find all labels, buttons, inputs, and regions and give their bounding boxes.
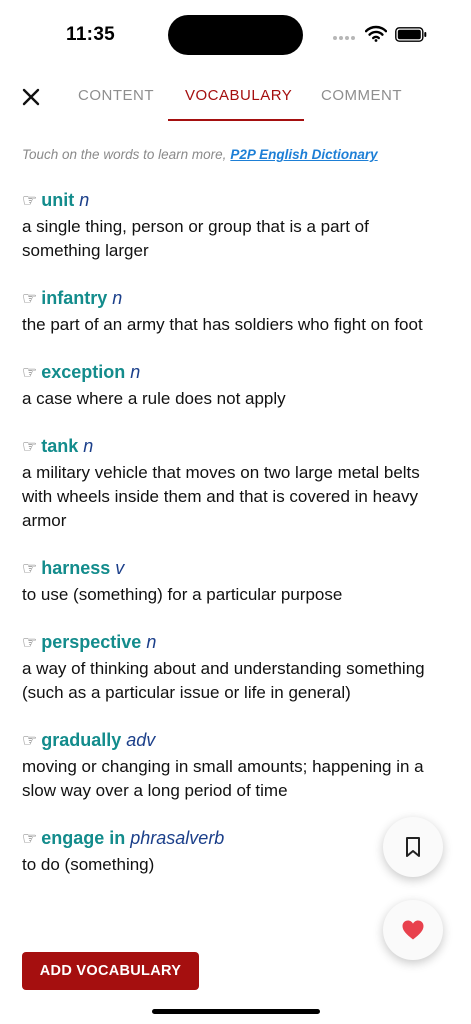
pointing-hand-icon: ☞ bbox=[22, 437, 38, 456]
vocab-entry: ☞ engage in phrasalverb to do (something) bbox=[22, 826, 442, 877]
dynamic-island bbox=[168, 15, 303, 55]
close-icon[interactable] bbox=[18, 84, 44, 110]
vocab-definition: a single thing, person or group that is … bbox=[22, 217, 369, 260]
hint-text: Touch on the words to learn more, P2P Eng… bbox=[22, 147, 462, 162]
bookmark-button[interactable] bbox=[383, 817, 443, 877]
tab-vocabulary[interactable]: VOCABULARY bbox=[185, 87, 292, 104]
active-tab-indicator bbox=[168, 119, 304, 121]
part-of-speech: phrasalverb bbox=[130, 828, 225, 848]
pointing-hand-icon: ☞ bbox=[22, 731, 38, 750]
pointing-hand-icon: ☞ bbox=[22, 633, 38, 652]
vocab-word[interactable]: engage in bbox=[41, 828, 125, 848]
vocab-definition: a way of thinking about and understandin… bbox=[22, 659, 425, 702]
vocab-entry: ☞ unit n a single thing, person or group t… bbox=[22, 188, 442, 263]
status-time: 11:35 bbox=[66, 24, 116, 45]
vocab-word[interactable]: infantry bbox=[41, 288, 107, 308]
battery-icon bbox=[395, 27, 427, 42]
vocab-definition: to use (something) for a particular purp… bbox=[22, 585, 343, 604]
home-indicator bbox=[152, 1009, 320, 1014]
part-of-speech: n bbox=[83, 436, 94, 456]
part-of-speech: n bbox=[146, 632, 157, 652]
part-of-speech: n bbox=[130, 362, 141, 382]
vocab-entry: ☞ infantry n the part of an army that has … bbox=[22, 286, 442, 337]
pointing-hand-icon: ☞ bbox=[22, 559, 38, 578]
vocab-entry: ☞ perspective n a way of thinking about an… bbox=[22, 630, 442, 705]
vocab-word[interactable]: exception bbox=[41, 362, 125, 382]
pointing-hand-icon: ☞ bbox=[22, 363, 38, 382]
vocab-definition: a case where a rule does not apply bbox=[22, 389, 286, 408]
add-vocabulary-button[interactable]: ADD VOCABULARY bbox=[22, 952, 199, 990]
signal-icon bbox=[333, 36, 355, 40]
pointing-hand-icon: ☞ bbox=[22, 829, 38, 848]
vocab-word[interactable]: harness bbox=[41, 558, 110, 578]
part-of-speech: n bbox=[112, 288, 123, 308]
vocab-definition: moving or changing in small amounts; hap… bbox=[22, 757, 424, 800]
vocab-definition: to do (something) bbox=[22, 855, 155, 874]
vocab-word[interactable]: gradually bbox=[41, 730, 121, 750]
tab-content[interactable]: CONTENT bbox=[78, 87, 154, 104]
vocab-definition: the part of an army that has soldiers wh… bbox=[22, 315, 423, 334]
tab-bar: CONTENT VOCABULARY COMMENT bbox=[0, 70, 471, 124]
part-of-speech: n bbox=[79, 190, 90, 210]
dictionary-link[interactable]: P2P English Dictionary bbox=[230, 147, 377, 162]
vocabulary-list: ☞ unit n a single thing, person or group t… bbox=[22, 188, 442, 900]
status-bar: 11:35 bbox=[0, 0, 471, 70]
part-of-speech: v bbox=[115, 558, 125, 578]
tab-comment[interactable]: COMMENT bbox=[321, 87, 402, 104]
vocab-word[interactable]: perspective bbox=[41, 632, 141, 652]
favorite-button[interactable] bbox=[383, 900, 443, 960]
pointing-hand-icon: ☞ bbox=[22, 191, 38, 210]
vocab-entry: ☞ exception n a case where a rule does not… bbox=[22, 360, 442, 411]
vocab-word[interactable]: tank bbox=[41, 436, 78, 456]
pointing-hand-icon: ☞ bbox=[22, 289, 38, 308]
vocab-word[interactable]: unit bbox=[41, 190, 74, 210]
bookmark-icon bbox=[406, 837, 420, 857]
vocab-entry: ☞ harness v to use (something) for a parti… bbox=[22, 556, 442, 607]
part-of-speech: adv bbox=[126, 730, 156, 750]
heart-icon bbox=[402, 920, 424, 940]
vocab-entry: ☞ tank n a military vehicle that moves on … bbox=[22, 434, 442, 533]
vocab-definition: a military vehicle that moves on two lar… bbox=[22, 463, 420, 530]
wifi-icon bbox=[365, 25, 387, 42]
hint-label: Touch on the words to learn more, bbox=[22, 147, 227, 162]
vocab-entry: ☞ gradually adv moving or changing in smal… bbox=[22, 728, 442, 803]
